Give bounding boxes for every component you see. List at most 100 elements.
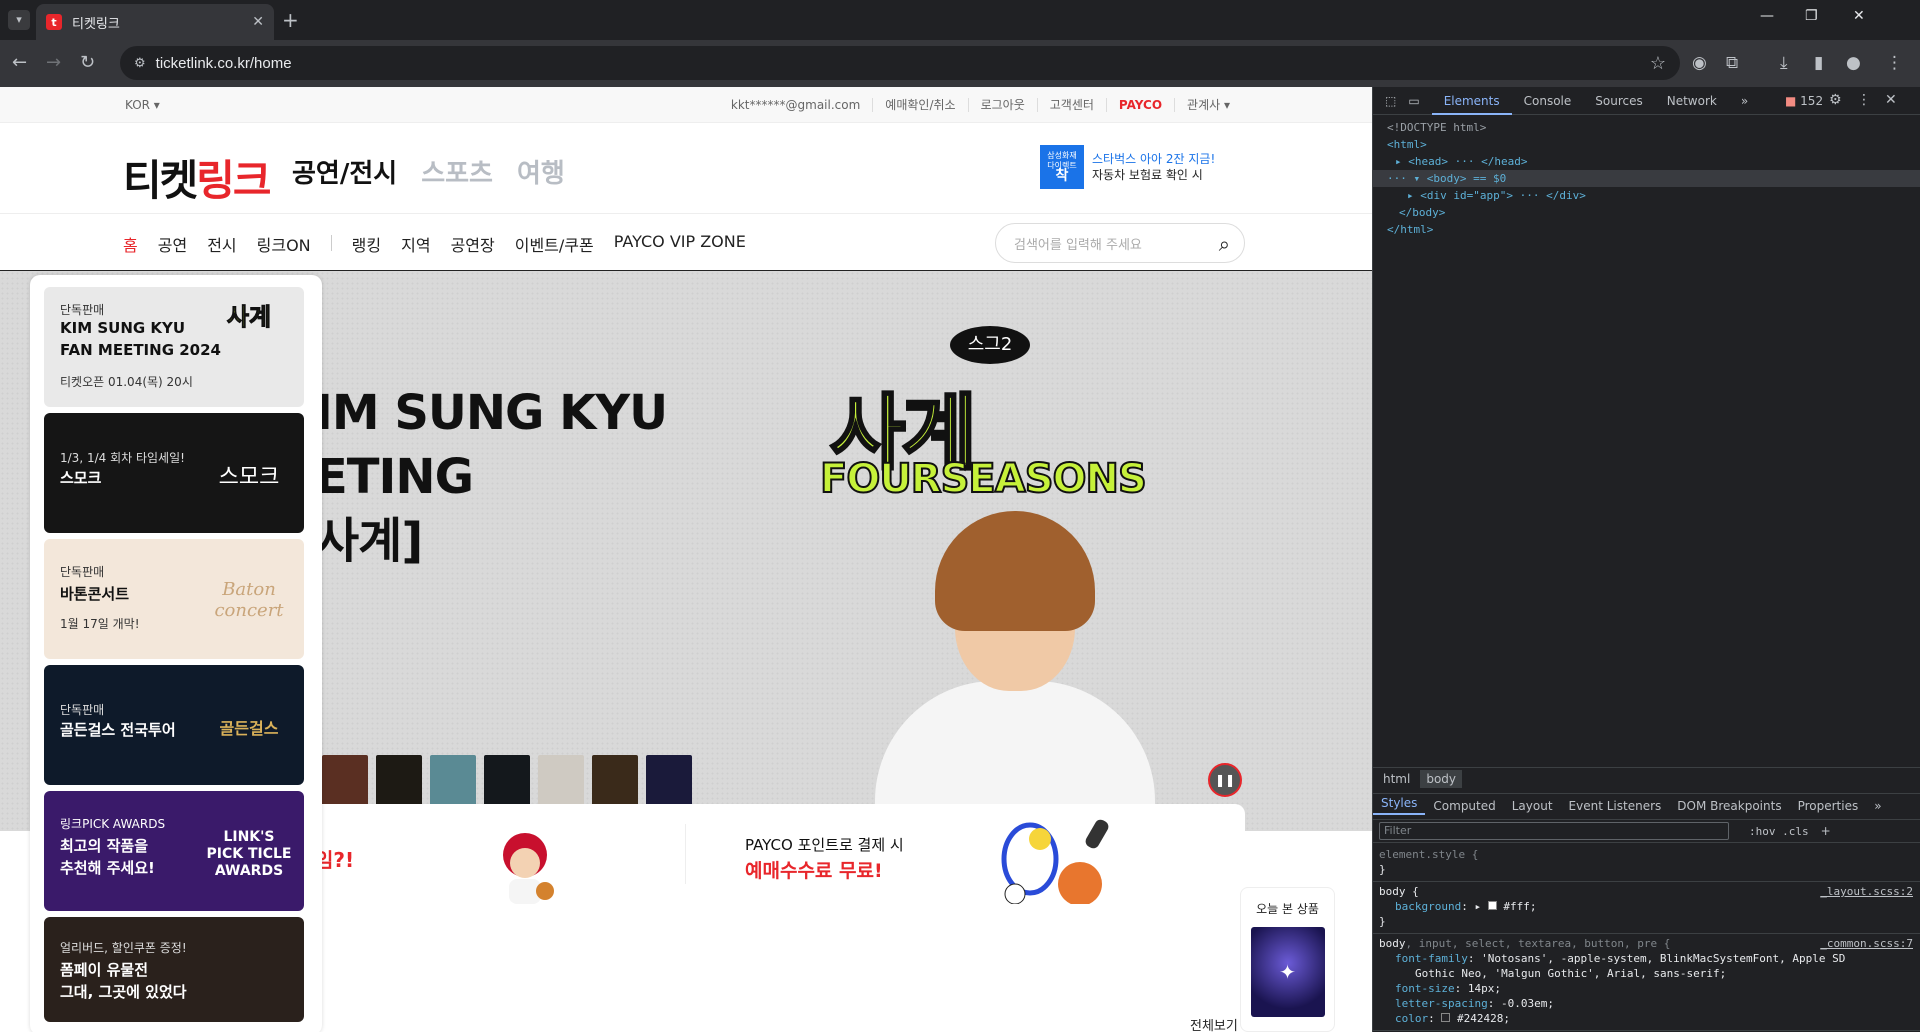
dom-node[interactable]: <html> — [1373, 136, 1920, 153]
logout-link[interactable]: 로그아웃 — [967, 98, 1037, 112]
restore-icon[interactable]: ❐ — [1805, 8, 1818, 24]
nav-performance[interactable]: 공연 — [158, 232, 187, 256]
customer-center-link[interactable]: 고객센터 — [1036, 98, 1106, 112]
tab-close-icon[interactable]: ✕ — [252, 14, 264, 30]
nav-region[interactable]: 지역 — [401, 232, 430, 256]
css-rule-body-common[interactable]: _common.scss:7 body, input, select, text… — [1373, 934, 1920, 1031]
profile-avatar-icon[interactable]: ● — [1846, 53, 1861, 73]
thumbnail[interactable] — [484, 755, 530, 811]
settings-gear-icon[interactable]: ⚙ — [1829, 92, 1842, 108]
extension-icon[interactable]: ◉ — [1692, 53, 1707, 73]
color-swatch[interactable] — [1487, 901, 1497, 910]
affiliates-dropdown[interactable]: 관계사 ▾ — [1174, 98, 1242, 112]
view-all-link[interactable]: 전체보기 — [1190, 1015, 1238, 1032]
puzzle-icon[interactable]: ⧉ — [1726, 53, 1738, 73]
dom-node[interactable]: </body> — [1373, 204, 1920, 221]
site-info-icon[interactable]: ⚙ — [134, 55, 146, 71]
css-value[interactable]: #fff; — [1503, 900, 1536, 913]
recently-viewed-item[interactable]: ✦ — [1250, 927, 1325, 1017]
device-toolbar-icon[interactable]: ▭ — [1408, 94, 1431, 108]
side-card-pompeii[interactable]: 얼리버드, 할인쿠폰 증정! 폼페이 유물전 그대, 그곳에 있었다 — [44, 917, 304, 1022]
rule-source-link[interactable]: _layout.scss:2 — [1820, 884, 1913, 899]
browser-tab[interactable]: t 티켓링크 ✕ — [36, 4, 274, 40]
nav-home[interactable]: 홈 — [123, 232, 138, 256]
tab-dom-breakpoints[interactable]: DOM Breakpoints — [1669, 799, 1789, 813]
pseudo-class-toggles[interactable]: :hov .cls — [1749, 825, 1809, 838]
tab-sources[interactable]: Sources — [1583, 94, 1654, 108]
tab-search-button[interactable]: ▾ — [8, 10, 30, 30]
payco-link[interactable]: PAYCO — [1105, 98, 1174, 112]
thumbnail[interactable] — [646, 755, 692, 811]
language-selector[interactable]: KOR ▾ — [125, 98, 160, 112]
reservation-link[interactable]: 예매확인/취소 — [872, 98, 967, 112]
css-value[interactable]: -0.03em; — [1501, 997, 1554, 1010]
rule-source-link[interactable]: _common.scss:7 — [1820, 936, 1913, 951]
side-card-link-pick-awards[interactable]: 링크PICK AWARDS 최고의 작품을 추천해 주세요! LINK'S PI… — [44, 791, 304, 911]
css-prop[interactable]: color — [1379, 1012, 1428, 1025]
css-value[interactable]: 14px; — [1468, 982, 1501, 995]
css-rule-body-layout[interactable]: _layout.scss:2 body { background: ▸ #fff… — [1373, 882, 1920, 934]
nav-payco-vip[interactable]: PAYCO VIP ZONE — [614, 232, 746, 256]
thumbnail[interactable] — [592, 755, 638, 811]
css-prop[interactable]: letter-spacing — [1379, 997, 1488, 1010]
inspect-element-icon[interactable]: ⬚ — [1373, 94, 1408, 108]
thumbnail[interactable] — [430, 755, 476, 811]
side-card-baton-concert[interactable]: 단독판매 바톤콘서트 1월 17일 개막! Baton concert — [44, 539, 304, 659]
nav-event-coupon[interactable]: 이벤트/쿠폰 — [515, 232, 594, 256]
promo-banner[interactable]: 임?! PAYCO 포인트로 결제 시 예매수수료 무료! — [265, 804, 1245, 904]
address-bar[interactable]: ⚙ ticketlink.co.kr/home ☆ — [120, 46, 1680, 80]
forward-arrow-icon[interactable]: → — [46, 52, 61, 73]
side-card-smoke[interactable]: 1/3, 1/4 회차 타임세일! 스모크 스모크 — [44, 413, 304, 533]
tab-event-listeners[interactable]: Event Listeners — [1561, 799, 1670, 813]
download-icon[interactable]: ⤓ — [1780, 53, 1788, 73]
dom-node[interactable]: ▸ <head> ··· </head> — [1373, 153, 1920, 170]
search-icon[interactable]: ⌕ — [1219, 232, 1230, 256]
side-panel-icon[interactable]: ▮ — [1814, 53, 1823, 73]
new-tab-button[interactable]: + — [282, 8, 299, 32]
tab-styles[interactable]: Styles — [1373, 796, 1426, 815]
dom-node[interactable]: ▸ <div id="app"> ··· </div> — [1373, 187, 1920, 204]
crumb-body[interactable]: body — [1420, 769, 1463, 788]
tab-computed[interactable]: Computed — [1425, 799, 1503, 813]
issues-badge[interactable]: ■ 152 — [1785, 94, 1823, 108]
minimize-icon[interactable]: — — [1760, 8, 1774, 24]
tab-performance-exhibition[interactable]: 공연/전시 — [292, 153, 397, 190]
crumb-html[interactable]: html — [1377, 770, 1416, 788]
tab-sports[interactable]: 스포츠 — [421, 153, 493, 190]
more-tabs-icon[interactable]: » — [1729, 94, 1760, 108]
css-value[interactable]: 'Notosans', -apple-system, BlinkMacSyste… — [1481, 952, 1845, 965]
color-swatch[interactable] — [1441, 1013, 1451, 1022]
tab-properties[interactable]: Properties — [1790, 799, 1867, 813]
tab-layout[interactable]: Layout — [1504, 799, 1561, 813]
css-value[interactable]: #242428; — [1457, 1012, 1510, 1025]
tab-travel[interactable]: 여행 — [517, 153, 565, 190]
styles-filter-input[interactable]: Filter — [1379, 822, 1729, 840]
thumbnail[interactable] — [322, 755, 368, 811]
nav-venue[interactable]: 공연장 — [451, 232, 495, 256]
bookmark-star-icon[interactable]: ☆ — [1650, 53, 1666, 74]
side-card-golden-girls[interactable]: 단독판매 골든걸스 전국투어 골든걸스 — [44, 665, 304, 785]
css-rule-element-style[interactable]: element.style { } — [1373, 845, 1920, 882]
more-subtabs-icon[interactable]: » — [1866, 799, 1889, 813]
ticketlink-logo[interactable]: 티켓링크 — [123, 147, 272, 208]
menu-kebab-icon[interactable]: ⋮ — [1886, 53, 1903, 73]
back-arrow-icon[interactable]: ← — [12, 52, 27, 73]
nav-link-on[interactable]: 링크ON — [257, 232, 311, 256]
user-email[interactable]: kkt******@gmail.com — [719, 98, 872, 112]
tab-console[interactable]: Console — [1512, 94, 1584, 108]
nav-ranking[interactable]: 랭킹 — [352, 232, 381, 256]
tab-network[interactable]: Network — [1655, 94, 1729, 108]
dom-node-selected[interactable]: ··· ▾ <body> == $0 — [1373, 170, 1920, 187]
close-window-icon[interactable]: ✕ — [1853, 8, 1865, 24]
search-input[interactable]: 검색어를 입력해 주세요 ⌕ — [995, 223, 1245, 263]
header-ad-banner[interactable]: 삼성화재 다이렉트 착 스타벅스 아아 2잔 지금! 자동차 보험료 확인 시 — [1040, 145, 1215, 189]
new-rule-icon[interactable]: + — [1821, 824, 1831, 838]
nav-exhibition[interactable]: 전시 — [207, 232, 236, 256]
tab-elements[interactable]: Elements — [1431, 94, 1512, 115]
thumbnail[interactable] — [376, 755, 422, 811]
devtools-close-icon[interactable]: ✕ — [1885, 92, 1897, 108]
reload-icon[interactable]: ↻ — [80, 52, 95, 73]
css-prop[interactable]: font-family — [1379, 952, 1468, 965]
css-prop[interactable]: background — [1379, 900, 1461, 913]
dom-node[interactable]: <!DOCTYPE html> — [1373, 119, 1920, 136]
